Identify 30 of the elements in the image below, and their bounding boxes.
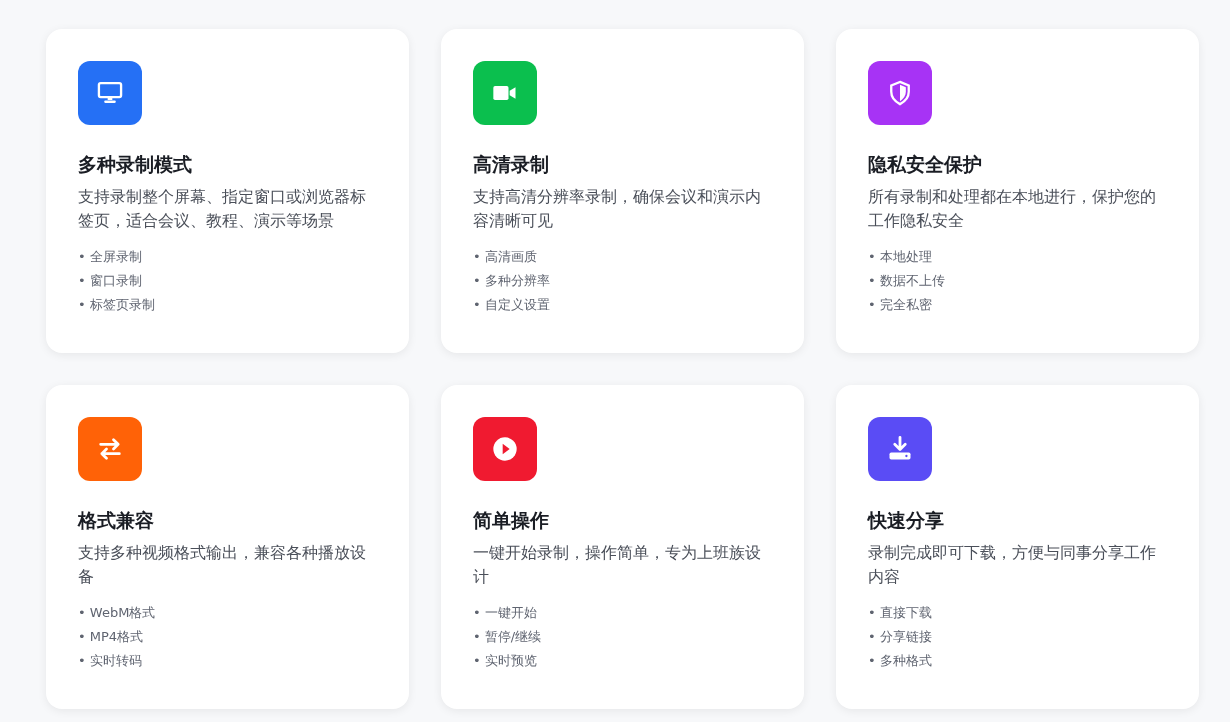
feature-description: 支持录制整个屏幕、指定窗口或浏览器标签页，适合会议、教程、演示等场景 (78, 186, 367, 232)
feature-title: 高清录制 (473, 152, 550, 177)
feature-point: • 完全私密 (868, 296, 932, 314)
feature-point: • 数据不上传 (868, 272, 945, 290)
feature-title: 简单操作 (473, 508, 550, 533)
feature-point: • 分享链接 (868, 628, 932, 646)
feature-description: 支持高清分辨率录制，确保会议和演示内容清晰可见 (473, 186, 762, 232)
feature-description: 录制完成即可下载，方便与同事分享工作内容 (868, 542, 1157, 588)
feature-point: • 直接下载 (868, 604, 932, 622)
feature-point: • 一键开始 (473, 604, 537, 622)
feature-title: 隐私安全保护 (868, 152, 983, 177)
feature-title: 多种录制模式 (78, 152, 193, 177)
feature-point: • 高清画质 (473, 248, 537, 266)
feature-description: 一键开始录制，操作简单，专为上班族设计 (473, 542, 762, 588)
feature-point: • 实时预览 (473, 652, 537, 670)
feature-point: • 多种格式 (868, 652, 932, 670)
feature-point: • 多种分辨率 (473, 272, 550, 290)
feature-point: • 标签页录制 (78, 296, 155, 314)
feature-title: 快速分享 (868, 508, 945, 533)
feature-title: 格式兼容 (78, 508, 155, 533)
feature-description: 支持多种视频格式输出，兼容各种播放设备 (78, 542, 367, 588)
feature-point: • 全屏录制 (78, 248, 142, 266)
feature-description: 所有录制和处理都在本地进行，保护您的工作隐私安全 (868, 186, 1157, 232)
feature-point: • 窗口录制 (78, 272, 142, 290)
feature-point: • 暂停/继续 (473, 628, 542, 646)
feature-point: • 本地处理 (868, 248, 932, 266)
feature-point: • WebM格式 (78, 604, 156, 622)
feature-point: • 实时转码 (78, 652, 142, 670)
feature-point: • 自定义设置 (473, 296, 550, 314)
feature-point: • MP4格式 (78, 628, 144, 646)
